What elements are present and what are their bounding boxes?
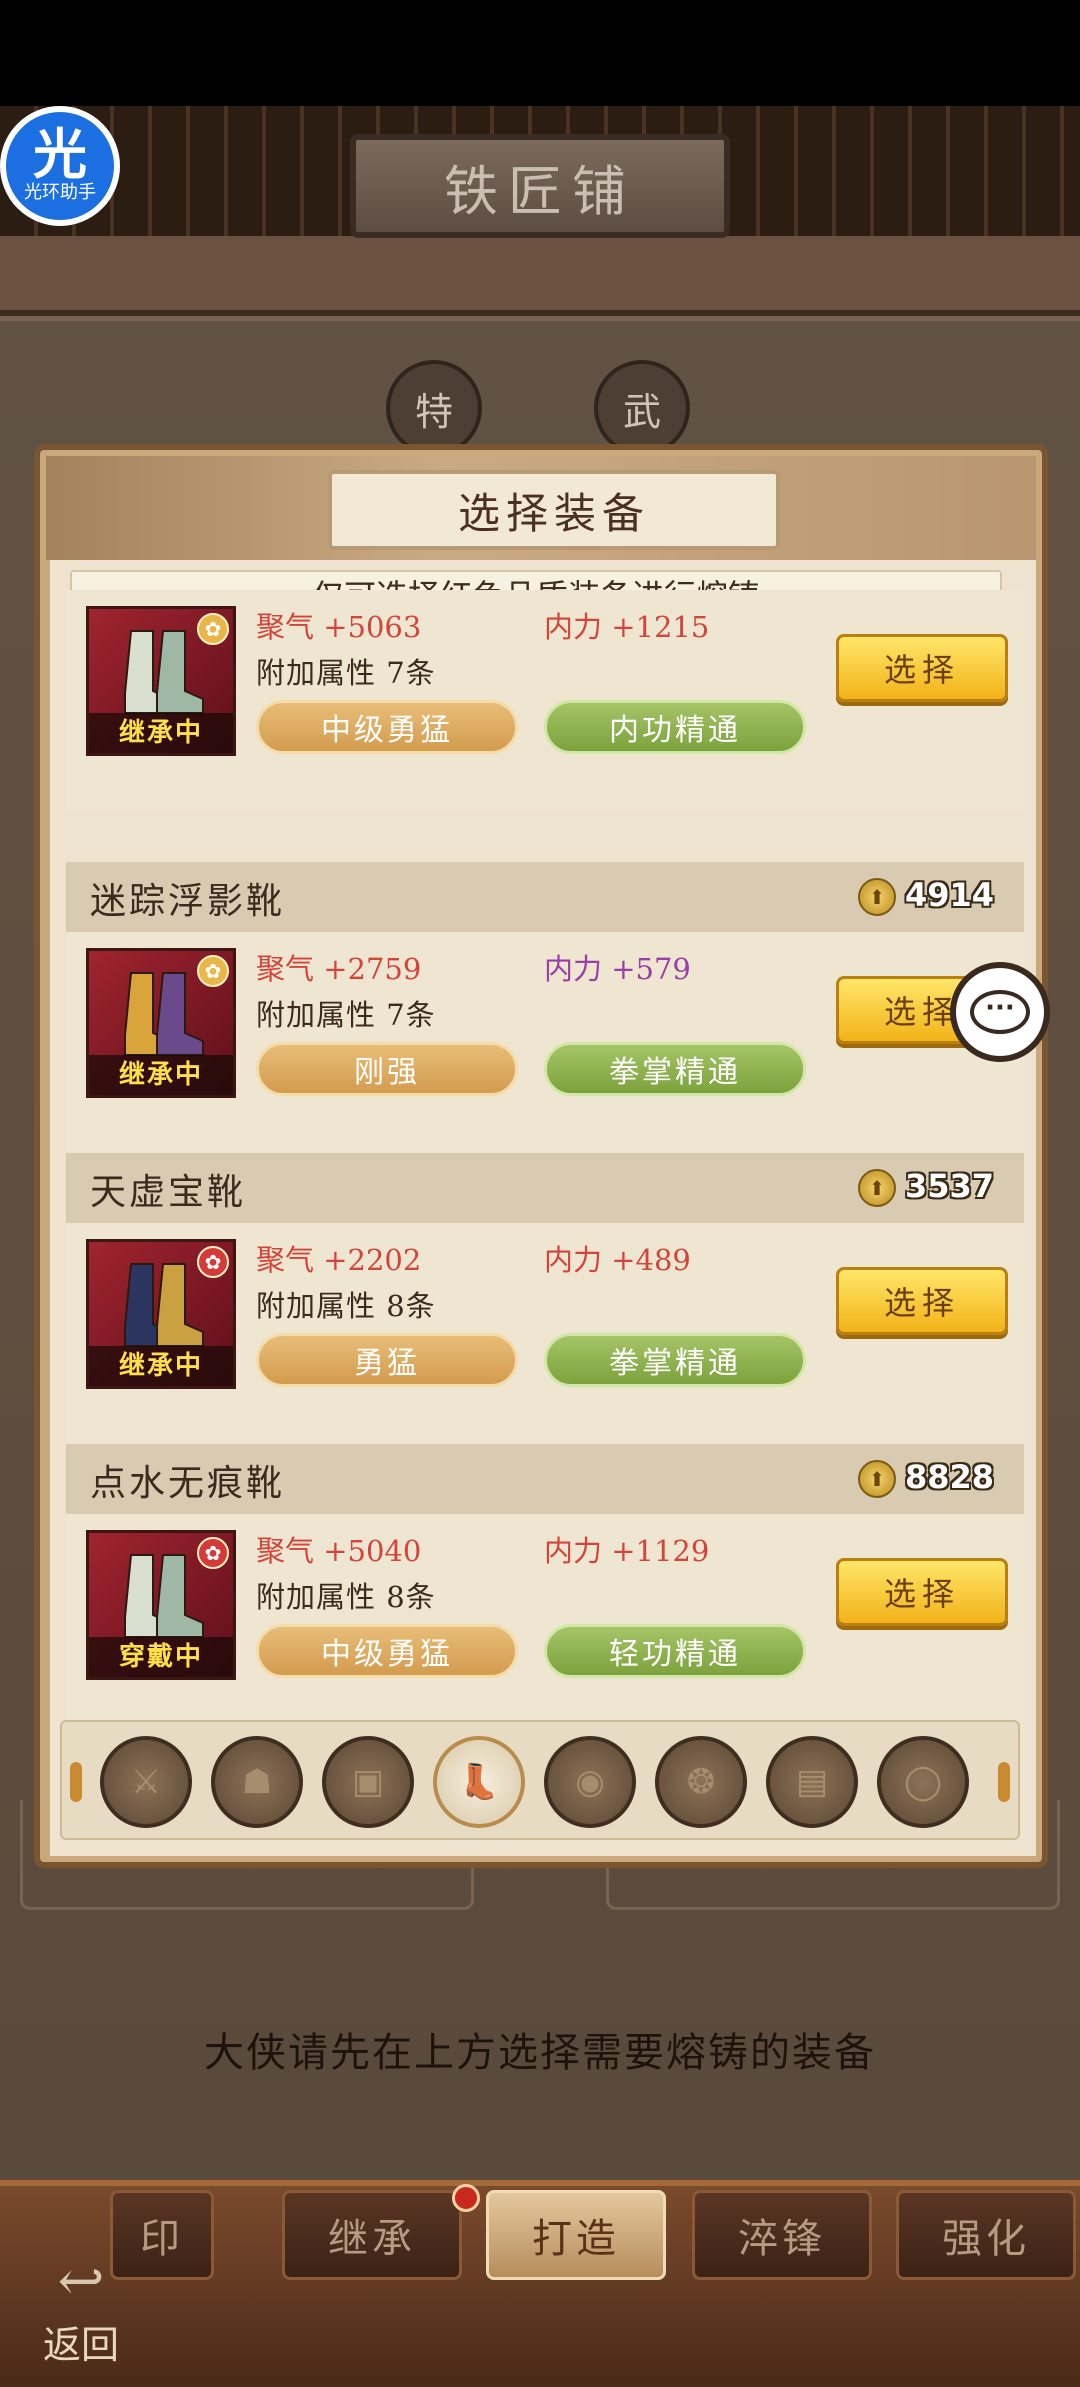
tab-temper[interactable]: 淬锋 bbox=[692, 2190, 872, 2280]
stat-qi: 聚气 +5040 bbox=[256, 1534, 422, 1568]
armor-icon[interactable]: ▣ bbox=[322, 1736, 414, 1828]
chat-float-button[interactable]: ··· bbox=[950, 962, 1050, 1062]
dialog-title: 选择装备 bbox=[328, 470, 780, 550]
boots-icon bbox=[124, 1554, 204, 1638]
quality-flower-icon: ✿ bbox=[197, 955, 229, 987]
equipment-card-header: 天虚宝靴 ⬆ 3537 bbox=[66, 1153, 1024, 1223]
badge-logo-char: 光 bbox=[33, 123, 87, 186]
equipment-price: 4914 bbox=[904, 876, 994, 914]
equipment-status: 继承中 bbox=[89, 713, 233, 753]
hint-text: 大侠请先在上方选择需要熔铸的装备 bbox=[204, 2030, 876, 2076]
trait-tag: 中级勇猛 bbox=[256, 1624, 518, 1678]
skill-tag: 轻功精通 bbox=[544, 1624, 806, 1678]
select-button[interactable]: 选择 bbox=[836, 1558, 1008, 1626]
quality-flower-icon: ✿ bbox=[197, 1537, 229, 1569]
weapon-tab-button[interactable]: 武 bbox=[594, 360, 690, 456]
coin-icon: ⬆ bbox=[858, 1169, 896, 1207]
equipment-thumbnail[interactable]: ✿ 穿戴中 bbox=[86, 1530, 236, 1680]
ring-icon[interactable]: ◯ bbox=[877, 1736, 969, 1828]
equipment-category-bar: ⚔ ☗ ▣ 👢 ◉ ❂ ▤ ◯ bbox=[60, 1720, 1020, 1840]
equipment-thumbnail[interactable]: ✿ 继承中 bbox=[86, 948, 236, 1098]
equipment-card-body: ✿ 继承中 聚气 +2202 内力 +489 附加属性 8条勇猛 拳掌精通 选择 bbox=[66, 1223, 1024, 1443]
equipment-thumbnail[interactable]: ✿ 继承中 bbox=[86, 1239, 236, 1389]
equipment-card-body: ✿ 穿戴中 聚气 +5040 内力 +1129 附加属性 8条中级勇猛 轻功精通 选择 bbox=[66, 1514, 1024, 1734]
extra-attributes: 附加属性 7条 bbox=[256, 998, 436, 1032]
equipment-name: 迷踪浮影靴 bbox=[90, 881, 286, 922]
equipment-card-body: ✿ 继承中 聚气 +2759 内力 +579 附加属性 7条 刚强 拳掌精通 选择 bbox=[66, 932, 1024, 1152]
equipment-name: 点水无痕靴 bbox=[90, 1463, 286, 1504]
amulet-icon[interactable]: ❂ bbox=[655, 1736, 747, 1828]
notification-dot bbox=[452, 2184, 480, 2212]
coin-icon: ⬆ bbox=[858, 878, 896, 916]
assistant-badge[interactable]: 光 光环助手 bbox=[0, 106, 120, 226]
trait-tag: 刚强 bbox=[256, 1042, 518, 1096]
equipment-status: 继承中 bbox=[89, 1055, 233, 1095]
select-equipment-dialog: 选择装备 仅可选择红色品质装备进行熔铸 ✿继承中聚气 +5063内力 +1215… bbox=[34, 444, 1048, 1868]
select-button[interactable]: 选择 bbox=[836, 1267, 1008, 1335]
quality-flower-icon: ✿ bbox=[197, 613, 229, 645]
extra-attributes: 附加属性 7条 bbox=[256, 656, 436, 690]
skill-tag: 拳掌精通 bbox=[544, 1042, 806, 1096]
boots-icon bbox=[124, 630, 204, 714]
stat-qi: 聚气 +5063 bbox=[256, 610, 422, 644]
trait-tag: 中级勇猛 bbox=[256, 700, 518, 754]
boots-icon bbox=[124, 972, 204, 1056]
special-tab-button[interactable]: 特 bbox=[386, 360, 482, 456]
skill-tag: 内功精通 bbox=[544, 700, 806, 754]
equipment-price: 3537 bbox=[904, 1167, 994, 1205]
helmet-icon[interactable]: ☗ bbox=[211, 1736, 303, 1828]
tab-inherit[interactable]: 继承 bbox=[282, 2190, 462, 2280]
category-bar-left-cap bbox=[70, 1762, 82, 1802]
stat-inner-power: 内力 +489 bbox=[544, 1243, 691, 1277]
page-title: 铁匠铺 bbox=[350, 134, 730, 238]
badge-label: 光环助手 bbox=[24, 182, 96, 203]
trait-tag: 勇猛 bbox=[256, 1333, 518, 1387]
select-button[interactable]: 选择 bbox=[836, 634, 1008, 702]
coin-icon: ⬆ bbox=[858, 1460, 896, 1498]
stat-qi: 聚气 +2759 bbox=[256, 952, 422, 986]
equipment-price: 8828 bbox=[904, 1458, 994, 1496]
back-arrow-icon: ↩ bbox=[57, 2249, 105, 2314]
tab-forge[interactable]: 打造 bbox=[486, 2190, 666, 2280]
dialog-header: 选择装备 bbox=[46, 456, 1036, 560]
stat-inner-power: 内力 +579 bbox=[544, 952, 691, 986]
scroll-icon[interactable]: ▤ bbox=[766, 1736, 858, 1828]
status-bar bbox=[0, 0, 1080, 106]
category-bar-right-cap bbox=[998, 1762, 1010, 1802]
stat-qi: 聚气 +2202 bbox=[256, 1243, 422, 1277]
weapon-icon[interactable]: ⚔ bbox=[100, 1736, 192, 1828]
boots-icon bbox=[124, 1263, 204, 1347]
equipment-name: 天虚宝靴 bbox=[90, 1172, 247, 1213]
equipment-card-body: ✿ 继承中 聚气 +5063 内力 +1215 附加属性 7条中级勇猛 内功精通 选择 bbox=[66, 590, 1024, 810]
tab-enhance[interactable]: 强化 bbox=[896, 2190, 1076, 2280]
extra-attributes: 附加属性 8条 bbox=[256, 1580, 436, 1614]
roof-band bbox=[0, 236, 1080, 316]
equipment-card-header: 迷踪浮影靴 ⬆ 4914 bbox=[66, 862, 1024, 932]
stat-inner-power: 内力 +1215 bbox=[544, 610, 710, 644]
stat-inner-power: 内力 +1129 bbox=[544, 1534, 710, 1568]
equipment-card-header: 点水无痕靴 ⬆ 8828 bbox=[66, 1444, 1024, 1514]
equipment-status: 继承中 bbox=[89, 1346, 233, 1386]
back-button[interactable]: ↩ 返回 bbox=[26, 2250, 136, 2370]
belt-icon[interactable]: ◉ bbox=[544, 1736, 636, 1828]
extra-attributes: 附加属性 8条 bbox=[256, 1289, 436, 1323]
quality-flower-icon: ✿ bbox=[197, 1246, 229, 1278]
equipment-status: 穿戴中 bbox=[89, 1637, 233, 1677]
equipment-thumbnail[interactable]: ✿ 继承中 bbox=[86, 606, 236, 756]
skill-tag: 拳掌精通 bbox=[544, 1333, 806, 1387]
back-label: 返回 bbox=[42, 2323, 119, 2367]
boots-icon[interactable]: 👢 bbox=[433, 1736, 525, 1828]
chat-icon: ··· bbox=[970, 990, 1030, 1034]
